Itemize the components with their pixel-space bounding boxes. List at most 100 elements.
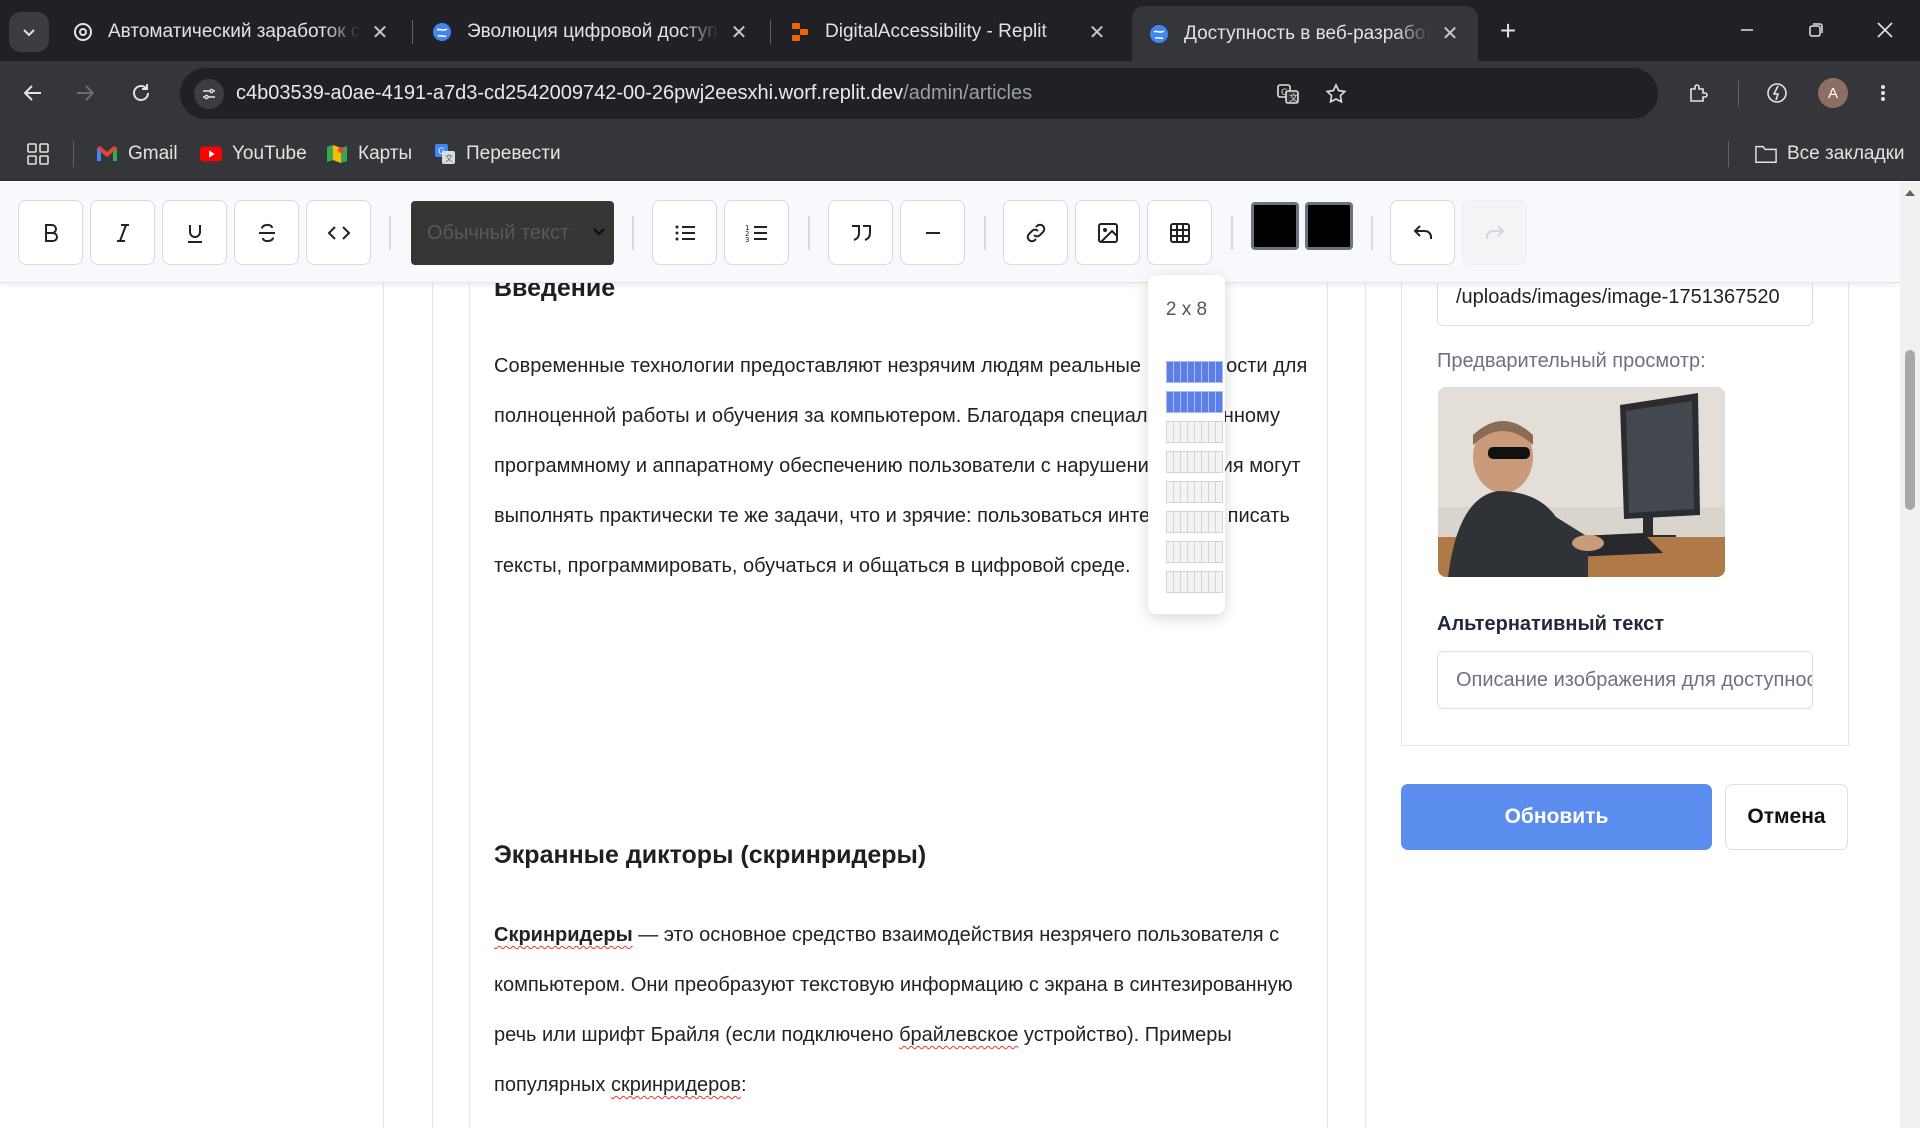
table-grid-cell[interactable]: [1215, 511, 1223, 533]
extensions-button[interactable]: [1679, 73, 1719, 113]
bookmark-divider: [73, 141, 74, 167]
bullet-list-button[interactable]: [652, 200, 717, 265]
table-grid-row: [1166, 511, 1231, 533]
url-text: c4b03539-a0ae-4191-a7d3-cd2542009742-00-…: [236, 82, 1032, 105]
all-bookmarks-label: Все закладки: [1787, 143, 1905, 164]
browser-tab[interactable]: Автоматический заработок с ChatGPT ✕: [56, 8, 408, 56]
numbered-list-button[interactable]: 123: [724, 200, 789, 265]
replit-icon: [789, 21, 811, 43]
speed-icon: [1767, 83, 1787, 103]
site-info-icon[interactable]: [194, 79, 224, 109]
table-grid-cell[interactable]: [1215, 571, 1223, 593]
browser-tab[interactable]: DigitalAccessibility - Replit ✕: [773, 8, 1125, 56]
svg-text:文: 文: [1289, 92, 1298, 104]
italic-icon: [116, 223, 129, 242]
close-window-button[interactable]: [1862, 10, 1908, 50]
text-style-select[interactable]: Обычный текст: [411, 201, 614, 265]
apps-button[interactable]: [27, 140, 49, 168]
horizontal-rule-icon: [925, 231, 940, 234]
bold-button[interactable]: [18, 200, 83, 265]
gmail-icon: [96, 143, 118, 165]
blockquote-button[interactable]: [828, 200, 893, 265]
browser-tab-active[interactable]: Доступность в веб-разработке ✕: [1132, 6, 1478, 61]
table-grid-row: [1166, 451, 1231, 473]
page-scrollbar[interactable]: [1900, 182, 1920, 1128]
close-icon: [1877, 22, 1893, 38]
code-button[interactable]: [306, 200, 371, 265]
bookmark-divider: [1728, 141, 1729, 167]
horizontal-rule-button[interactable]: [900, 200, 965, 265]
table-button[interactable]: [1147, 200, 1212, 265]
globe-icon: [431, 21, 453, 43]
toolbar-separator: [808, 216, 810, 250]
strikethrough-button[interactable]: [234, 200, 299, 265]
minimize-icon: [1741, 29, 1753, 31]
scroll-up-icon[interactable]: [1900, 184, 1920, 202]
table-grid-cell[interactable]: [1215, 421, 1223, 443]
paragraph-text: :: [741, 1074, 747, 1096]
bookmark-translate[interactable]: G文 Перевести: [434, 140, 561, 168]
cancel-button[interactable]: Отмена: [1725, 784, 1848, 850]
browser-tab-strip: Автоматический заработок с ChatGPT ✕ Эво…: [0, 0, 1920, 61]
highlight-color-picker[interactable]: [1305, 202, 1353, 250]
underline-button[interactable]: [162, 200, 227, 265]
image-button[interactable]: [1075, 200, 1140, 265]
text-color-picker[interactable]: [1251, 202, 1299, 250]
minimize-window-button[interactable]: [1724, 10, 1770, 50]
back-button[interactable]: [13, 73, 53, 113]
tab-divider: [770, 20, 771, 44]
table-grid-cell[interactable]: [1215, 361, 1223, 383]
misspelled-word[interactable]: скринридеров: [611, 1074, 741, 1096]
redo-button[interactable]: [1462, 200, 1527, 265]
close-tab-icon[interactable]: ✕: [1085, 20, 1109, 45]
new-tab-button[interactable]: +: [1490, 13, 1526, 49]
translate-page-icon[interactable]: G文: [1274, 80, 1302, 108]
close-tab-icon[interactable]: ✕: [368, 20, 392, 45]
close-tab-icon[interactable]: ✕: [1438, 21, 1462, 46]
numbered-list-icon: 123: [745, 224, 767, 244]
close-tab-icon[interactable]: ✕: [727, 20, 751, 45]
all-bookmarks-button[interactable]: Все закладки: [1755, 140, 1905, 168]
toolbar-separator: [1371, 216, 1373, 250]
image-url-value: /uploads/images/image-1751367520: [1456, 285, 1780, 308]
link-button[interactable]: [1003, 200, 1068, 265]
italic-button[interactable]: [90, 200, 155, 265]
restore-window-button[interactable]: [1793, 10, 1839, 50]
svg-text:文: 文: [445, 153, 453, 163]
undo-button[interactable]: [1390, 200, 1455, 265]
table-grid-cell[interactable]: [1215, 451, 1223, 473]
bookmark-maps[interactable]: Карты: [326, 140, 412, 168]
globe-icon: [1148, 23, 1170, 45]
update-button[interactable]: Обновить: [1401, 784, 1712, 850]
performance-button[interactable]: [1757, 73, 1797, 113]
reload-button[interactable]: [121, 73, 161, 113]
table-grid-cell[interactable]: [1215, 391, 1223, 413]
toolbar-separator: [632, 216, 634, 250]
alt-text-input[interactable]: Описание изображения для доступности: [1437, 651, 1813, 709]
misspelled-word[interactable]: брайлевское: [899, 1024, 1018, 1046]
tab-title: Автоматический заработок с ChatGPT: [108, 21, 360, 42]
table-grid-cell[interactable]: [1215, 541, 1223, 563]
tab-divider: [412, 20, 413, 44]
paragraph-screenreaders[interactable]: Скринридеры — это основное средство взаи…: [494, 910, 1310, 1110]
alt-text-label: Альтернативный текст: [1437, 613, 1665, 635]
address-bar[interactable]: c4b03539-a0ae-4191-a7d3-cd2542009742-00-…: [180, 68, 1658, 119]
table-size-picker: 2 x 8: [1148, 275, 1225, 614]
table-grid-row: [1166, 421, 1231, 443]
text-style-value: Обычный текст: [427, 221, 570, 244]
tab-search-button[interactable]: [9, 12, 49, 52]
bookmark-youtube[interactable]: YouTube: [200, 140, 307, 168]
translate-icon: G文: [434, 143, 456, 165]
forward-button[interactable]: [65, 73, 105, 113]
browser-menu-button[interactable]: [1863, 73, 1903, 113]
code-icon: [327, 225, 350, 240]
table-grid-cell[interactable]: [1215, 481, 1223, 503]
profile-avatar[interactable]: A: [1818, 78, 1848, 108]
bookmark-star-icon[interactable]: [1322, 80, 1350, 108]
arrow-right-icon: [77, 85, 95, 101]
scrollbar-thumb[interactable]: [1905, 350, 1915, 510]
bookmark-gmail[interactable]: Gmail: [96, 140, 178, 168]
layout-divider: [383, 182, 384, 1128]
tab-title: DigitalAccessibility - Replit: [825, 21, 1047, 42]
browser-tab[interactable]: Эволюция цифровой доступности ✕: [415, 8, 767, 56]
